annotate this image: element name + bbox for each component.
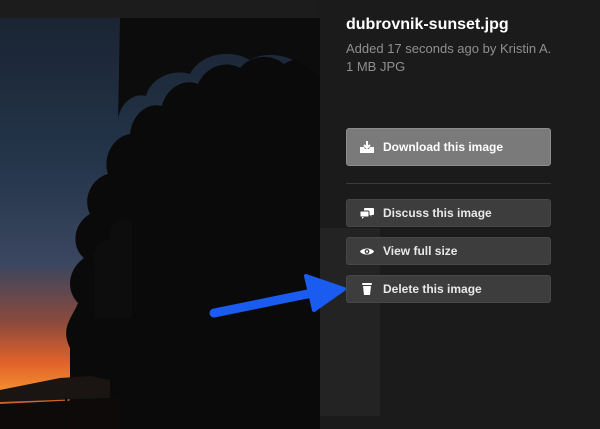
delete-button[interactable]: Delete this image <box>346 275 551 303</box>
file-size: 1 MB JPG <box>346 59 406 74</box>
delete-label: Delete this image <box>383 282 482 296</box>
download-button[interactable]: Download this image <box>346 128 551 166</box>
image-preview[interactable] <box>0 18 320 429</box>
discuss-label: Discuss this image <box>383 206 492 220</box>
download-label: Download this image <box>383 140 504 154</box>
eye-icon <box>357 246 377 257</box>
discuss-button[interactable]: Discuss this image <box>346 199 551 227</box>
image-details: dubrovnik-sunset.jpg Added 17 seconds ag… <box>346 14 582 75</box>
view-full-size-button[interactable]: View full size <box>346 237 551 265</box>
view-label: View full size <box>383 244 458 258</box>
divider <box>346 183 551 184</box>
file-name: dubrovnik-sunset.jpg <box>346 16 509 33</box>
download-tray-icon <box>357 140 377 154</box>
trash-can-icon <box>357 282 377 296</box>
upload-info: Added 17 seconds ago by Kristin A. <box>346 41 552 56</box>
sunset-photo <box>0 18 320 429</box>
speech-bubbles-icon <box>357 207 377 220</box>
lightbox-overlay: dubrovnik-sunset.jpg Added 17 seconds ag… <box>0 0 600 429</box>
